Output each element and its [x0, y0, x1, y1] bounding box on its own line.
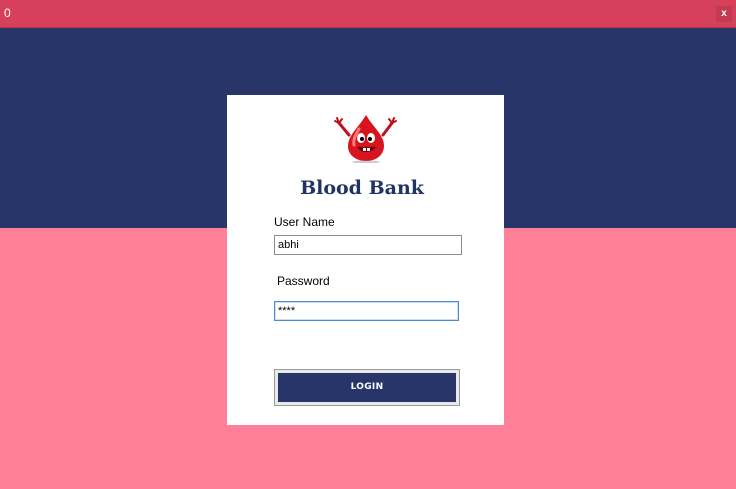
- password-label: Password: [277, 274, 330, 288]
- window-title: 0: [4, 6, 11, 20]
- password-input[interactable]: [274, 301, 459, 321]
- blood-drop-mascot-icon: [331, 113, 401, 164]
- close-button[interactable]: x: [716, 6, 732, 22]
- username-input[interactable]: [274, 235, 462, 255]
- login-card: Blood Bank User Name Password LOGIN: [227, 95, 504, 425]
- login-button-frame: LOGIN: [274, 369, 460, 406]
- close-icon: x: [721, 8, 727, 19]
- window-titlebar: 0 x: [0, 0, 736, 28]
- username-label: User Name: [274, 215, 335, 229]
- login-button[interactable]: LOGIN: [278, 373, 456, 402]
- app-title: Blood Bank: [300, 177, 424, 199]
